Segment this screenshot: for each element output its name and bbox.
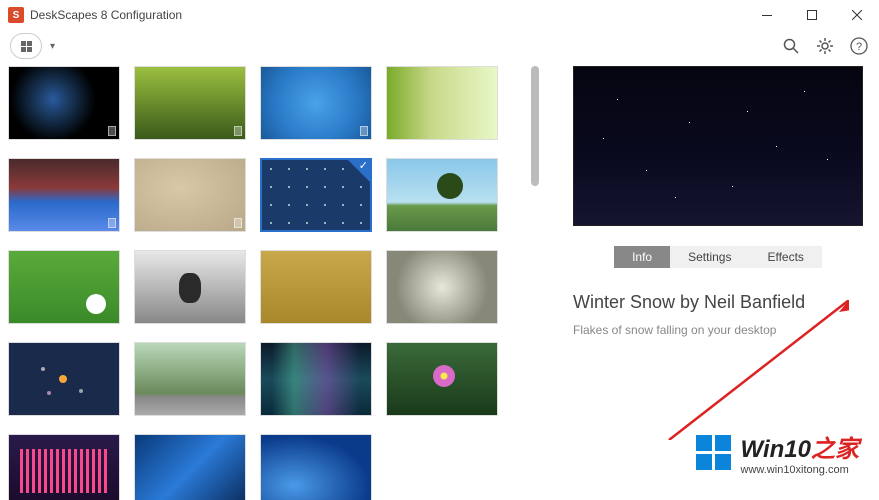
wallpaper-title: Winter Snow by Neil Banfield: [573, 292, 863, 313]
wallpaper-thumb[interactable]: [8, 158, 120, 232]
windows-logo-icon: [696, 435, 731, 470]
wallpaper-thumb[interactable]: [134, 342, 246, 416]
app-icon: S: [8, 7, 24, 23]
help-icon[interactable]: ?: [849, 36, 869, 56]
tab-info[interactable]: Info: [614, 246, 670, 268]
wallpaper-thumb[interactable]: [260, 250, 372, 324]
wallpaper-description: Flakes of snow falling on your desktop: [573, 323, 863, 337]
wallpaper-thumb[interactable]: [134, 158, 246, 232]
wallpaper-thumb[interactable]: [8, 342, 120, 416]
wallpaper-thumb[interactable]: [260, 342, 372, 416]
watermark-url: www.win10xitong.com: [741, 464, 859, 476]
check-icon: [348, 160, 370, 182]
view-menu-button[interactable]: ▾: [10, 33, 42, 59]
wallpaper-thumb-selected[interactable]: [260, 158, 372, 232]
titlebar: S DeskScapes 8 Configuration: [0, 0, 879, 30]
tab-effects[interactable]: Effects: [749, 246, 821, 268]
scrollbar-thumb[interactable]: [531, 66, 539, 186]
wallpaper-thumb[interactable]: [386, 250, 498, 324]
wallpaper-gallery: [0, 62, 527, 500]
search-icon[interactable]: [781, 36, 801, 56]
wallpaper-thumb[interactable]: [386, 158, 498, 232]
wallpaper-thumb[interactable]: [134, 250, 246, 324]
svg-text:?: ?: [856, 41, 862, 53]
wallpaper-thumb[interactable]: [134, 434, 246, 500]
wallpaper-thumb[interactable]: [8, 434, 120, 500]
wallpaper-preview: [573, 66, 863, 226]
minimize-button[interactable]: [744, 0, 789, 30]
toolbar: ▾ ?: [0, 30, 879, 62]
gear-icon[interactable]: [815, 36, 835, 56]
wallpaper-thumb[interactable]: [134, 66, 246, 140]
wallpaper-thumb[interactable]: [8, 250, 120, 324]
gallery-scrollbar[interactable]: [531, 66, 541, 500]
wallpaper-thumb[interactable]: [260, 434, 372, 500]
detail-tabs: Info Settings Effects: [573, 246, 863, 268]
tab-settings[interactable]: Settings: [670, 246, 749, 268]
close-button[interactable]: [834, 0, 879, 30]
grid-icon: [21, 41, 32, 52]
watermark: Win10之家 www.win10xitong.com: [696, 429, 859, 476]
wallpaper-thumb[interactable]: [386, 342, 498, 416]
watermark-title: Win10之家: [741, 429, 859, 464]
wallpaper-thumb[interactable]: [8, 66, 120, 140]
wallpaper-thumb[interactable]: [260, 66, 372, 140]
maximize-button[interactable]: [789, 0, 834, 30]
chevron-down-icon: ▾: [50, 41, 55, 52]
wallpaper-thumb[interactable]: [386, 66, 498, 140]
window-title: DeskScapes 8 Configuration: [30, 8, 744, 22]
window-controls: [744, 0, 879, 30]
